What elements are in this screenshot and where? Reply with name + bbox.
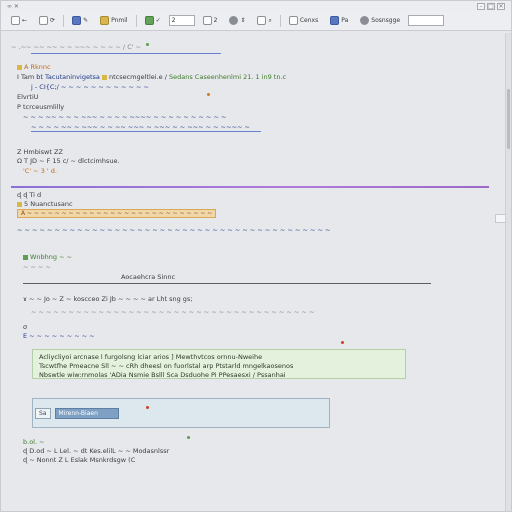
options-button[interactable]: ⌕ (253, 14, 275, 27)
settings-button[interactable]: Sosnsgge (356, 14, 404, 27)
check-button[interactable]: 2 (199, 14, 222, 27)
edit-button[interactable]: ✎ (68, 14, 92, 27)
bookmark-icon (17, 201, 22, 207)
link-underline (31, 131, 261, 132)
title-bar: ∞ ✕ – □ ✕ (1, 1, 511, 11)
tab-left[interactable]: Sa (35, 408, 51, 419)
text-line: ~ ~ ~ ~ ~ ~ ~ ~ ~ ~ ~ ~ ~ ~ ~ ~ ~ ~ ~ ~ … (31, 308, 315, 316)
check-icon (23, 254, 28, 260)
text-line: 5 Nuanctusanc (17, 200, 73, 208)
document-content: ~ .~~ ~~ ~~ ~ ~ ~~~ ~ ~ ~ ~ / C' ~ A Rkn… (1, 33, 506, 511)
link-underline (31, 53, 221, 54)
toolbar-field[interactable]: 2 (168, 15, 195, 26)
minimize-button[interactable]: – (477, 2, 485, 10)
view-button[interactable]: Pnmil (96, 14, 132, 27)
tab-active[interactable]: Mirenn-Biaen (54, 408, 119, 419)
text-line: ɖ D.od ~ L Lel. ~ dt Kes.elilL ~ ~ Modas… (23, 447, 170, 455)
group-icon (288, 16, 298, 25)
panel-tabbar: Sa Mirenn-Biaen (35, 408, 119, 419)
link-text[interactable]: ~ ~ ~ ~~ ~ ~ ~ ~~~ ~ ~ ~ ~ ~~~~ ~ ~ ~ ~ … (23, 113, 226, 121)
undo-icon (11, 16, 20, 25)
view-icon (100, 16, 110, 25)
redo-button[interactable]: ⟳ (35, 14, 59, 27)
info-line: Acliycliyoi arcnase l furgolsng lciar ar… (39, 353, 263, 361)
check-icon (202, 16, 212, 25)
section-heading: A Rknnc (17, 63, 51, 71)
tools-button[interactable]: ⇕ (225, 14, 249, 27)
info-line: Nbswtle wiw:rnmolas 'ADia Nsmie Bslll Sc… (39, 371, 286, 379)
vertical-scrollbar[interactable] (505, 33, 511, 511)
toolbar-search-field[interactable] (408, 15, 445, 26)
text-line: A ~ ~ ~ ~ ~ ~ ~ ~ ~ ~ ~ ~ ~ ~ ~ ~ ~ ~ ~ … (17, 209, 217, 218)
group-button[interactable]: Cenxs (285, 14, 322, 27)
info-callout: Acliycliyoi arcnase l furgolsng lciar ar… (32, 349, 406, 379)
app-window: ∞ ✕ – □ ✕ ← ⟳ ✎ Pnmil ✓ 2 2 ⇕ ⌕ Cenxs Pa… (0, 0, 512, 512)
marker-dot (146, 406, 149, 409)
toolbar-separator (63, 14, 65, 27)
link-text[interactable]: ~ ~ ~ ~ ~ ~ ~ ~ ~ ~ ~ ~ ~ ~ ~ ~ ~ ~ ~ ~ … (17, 226, 330, 234)
text-line: ~ ~ ~ ~ (23, 263, 51, 271)
refresh-icon (144, 16, 154, 25)
toolbar-separator (279, 14, 281, 27)
undo-button[interactable]: ← (7, 14, 31, 27)
alert-icon (330, 16, 340, 25)
marker-dot (341, 341, 344, 344)
text-line: b.ol. ~ (23, 438, 45, 446)
maximize-button[interactable]: □ (487, 2, 495, 10)
edit-icon (72, 16, 82, 25)
text-line: Z Hmbiswt ZZ (17, 148, 63, 156)
settings-icon (360, 16, 370, 25)
link-text[interactable]: j - CI{C;/ ~ ~ ~ ~ ~ ~ ~ ~ ~ ~ ~ ~ (31, 83, 149, 91)
info-line: Tscwtfhe Pmeacne Sll ~ ~ cRh dheesl on f… (39, 362, 294, 370)
refresh-button[interactable]: ✓ (141, 14, 165, 27)
scrollbar-thumb[interactable] (507, 89, 510, 149)
text-line: ɖ ɖ Ti d (17, 191, 42, 199)
text-line: ɖ ~ Nonnt Z L Eslak Msnkrdsgw (C (23, 456, 136, 464)
text-line: σ (23, 323, 28, 331)
text-line: E ~ ~ ~ ~ ~ ~ ~ ~ ~ (23, 332, 95, 340)
main-toolbar: ← ⟳ ✎ Pnmil ✓ 2 2 ⇕ ⌕ Cenxs Pa Sosnsgge (1, 11, 511, 31)
text-line: P tcrceusmlilly (17, 103, 65, 111)
redo-icon (39, 16, 49, 25)
highlight-chip[interactable]: A ~ ~ ~ ~ ~ ~ ~ ~ ~ ~ ~ ~ ~ ~ ~ ~ ~ ~ ~ … (17, 209, 217, 218)
section-divider (11, 186, 489, 188)
tab-panel: Sa Mirenn-Biaen (32, 398, 330, 428)
separator-line (23, 283, 431, 284)
marker-dot (207, 93, 210, 96)
text-line: Ω T JD ~ F 15 c/ ~ dlctcimhsue. (17, 157, 120, 165)
close-button[interactable]: ✕ (497, 2, 505, 10)
marker-dot (187, 436, 190, 439)
window-title: ∞ ✕ (7, 2, 19, 10)
marker-dot (146, 43, 149, 46)
bookmark-icon (101, 74, 107, 80)
text-line: ElvrtiU (17, 93, 39, 101)
toolbar-separator (135, 14, 137, 27)
options-icon (257, 16, 267, 25)
warning-icon (17, 64, 22, 70)
alert-button[interactable]: Pa (326, 14, 352, 27)
text-line: Aocaehcra Sinnc (121, 273, 176, 281)
text-line: I Tam bt Tacutaninvigetsa ntcsecmgeltlei… (17, 73, 287, 81)
text-line: Wnbhng ~ ~ (23, 253, 72, 261)
text-line: ~ .~~ ~~ ~~ ~ ~ ~~~ ~ ~ ~ ~ / C' ~ (11, 43, 142, 51)
tools-icon (229, 16, 239, 25)
text-line: 'C' ~ 3 ' d. (23, 167, 57, 175)
link-text[interactable]: ~ ~ ~ ~ ~~ ~ ~~~ ~ ~ ~~ ~~~ ~ ~~~ ~ ~ ~~… (31, 123, 250, 131)
text-line: ɤ ~ ~ Jo ~ Z ~ koscceo Zi Jb ~ ~ ~ ~ ar … (23, 295, 193, 303)
